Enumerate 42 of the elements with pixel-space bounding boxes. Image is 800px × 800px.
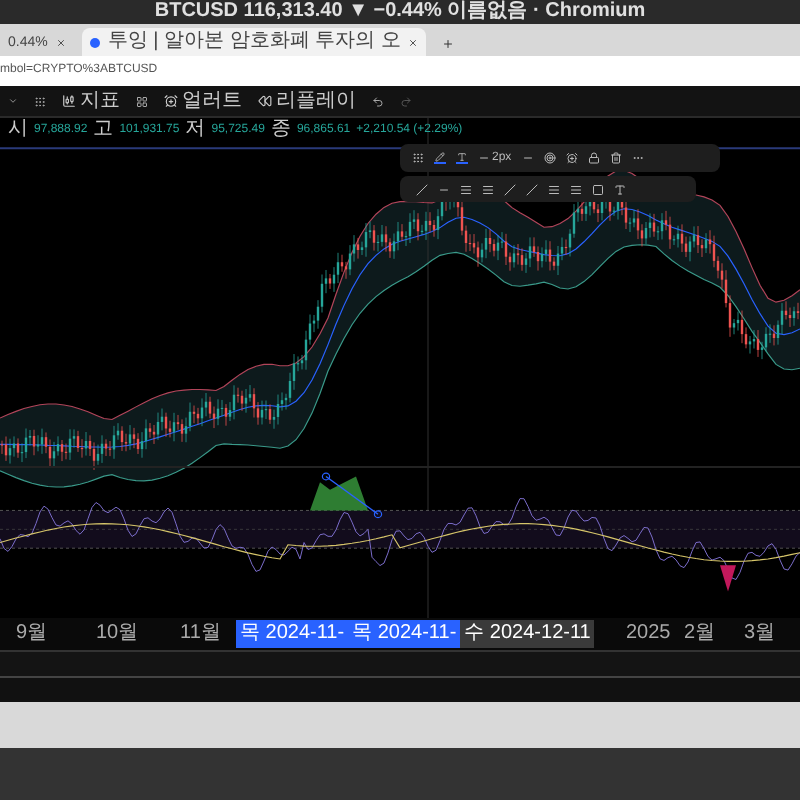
axis-label: 3월 (744, 624, 776, 644)
trend-line-icon[interactable] (416, 183, 428, 195)
lock-icon[interactable] (587, 152, 600, 164)
browser-tab[interactable]: 투잉 | 알아본 암호화폐 투자의 오 (81, 28, 427, 56)
date-label: 목 2024-11- (236, 620, 349, 648)
date-label: 목 2024-11- (348, 620, 461, 648)
alarm-icon[interactable] (565, 152, 578, 164)
date-label: 수 2024-12-11 (460, 620, 595, 648)
axis-label: 10월 (96, 624, 139, 644)
channel-icon[interactable] (460, 183, 472, 195)
rewind-icon (258, 94, 272, 108)
line-icon (478, 152, 490, 164)
trash-icon[interactable] (609, 152, 622, 164)
text-icon[interactable] (456, 152, 468, 164)
ohlc-label: 고 (93, 120, 114, 140)
axis-label: 11월 (180, 624, 221, 644)
pencil-icon[interactable] (434, 152, 446, 164)
window-title: BTCUSD 116,313.40 ▼ −0.44% 이름없음 · Chromium (154, 2, 646, 22)
drawn-trend-line[interactable] (321, 472, 383, 519)
toolbar-button[interactable]: 리플레이 (258, 91, 356, 111)
ohlc-label: 저 (185, 120, 206, 140)
toolbar-button[interactable]: 지표 (62, 91, 120, 111)
redo-icon[interactable] (400, 95, 412, 107)
undo-icon[interactable] (372, 95, 384, 107)
text-tool-icon[interactable] (614, 183, 626, 195)
oversold-fill (720, 565, 736, 592)
tab-title: 투잉 | 알아본 암호화폐 투자의 오 (107, 32, 401, 52)
horizontal-line-icon[interactable] (438, 183, 450, 195)
target-icon[interactable] (543, 152, 556, 164)
site-icon (89, 37, 100, 47)
new-tab-icon[interactable] (442, 38, 455, 50)
ohlc-label: 시 (8, 120, 28, 140)
axis-label: 2월 (684, 624, 716, 644)
toolbar-button[interactable]: 얼러트 (164, 91, 242, 111)
axis-label: 9월 (16, 624, 48, 644)
caret-icon[interactable] (8, 96, 18, 106)
rectangle-icon[interactable] (592, 183, 604, 195)
alarm-clock-icon (164, 94, 178, 108)
ohlc-label: 종 (270, 120, 291, 140)
line-style-icon[interactable] (521, 152, 534, 164)
axis-label: 2025 (626, 624, 671, 644)
candles-icon (62, 94, 76, 108)
